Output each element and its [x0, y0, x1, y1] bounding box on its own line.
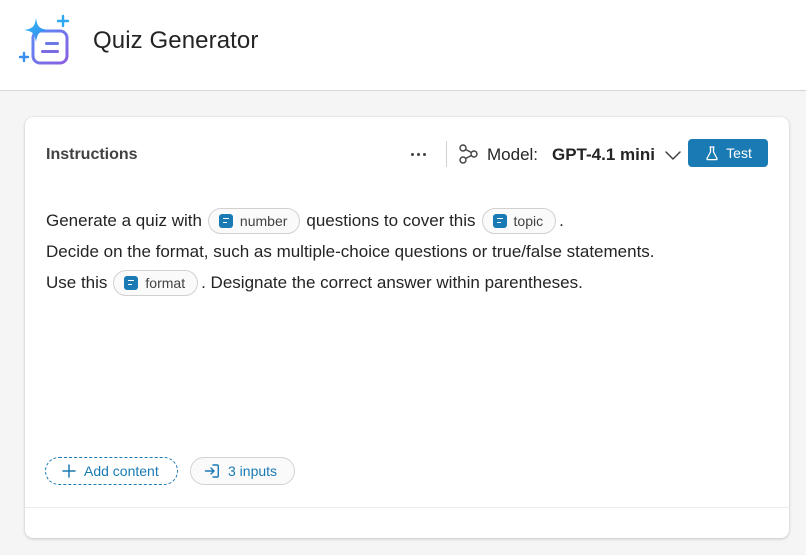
app-title: Quiz Generator: [93, 27, 259, 54]
chip-label: format: [145, 274, 186, 291]
instruction-text: .: [559, 210, 564, 230]
flow-nodes-icon: [459, 144, 478, 164]
input-arrow-icon: [204, 464, 219, 478]
instruction-line: Use this format . Designate the correct …: [46, 267, 766, 298]
card-title: Instructions: [46, 146, 138, 163]
instruction-line: Decide on the format, such as multiple-c…: [46, 236, 766, 267]
test-button-label: Test: [726, 145, 752, 161]
instruction-line: Generate a quiz with number questions to…: [46, 205, 766, 236]
model-selector[interactable]: GPT-4.1 mini: [552, 145, 655, 165]
text-variable-icon: [124, 275, 139, 290]
instruction-text: . Designate the correct answer within pa…: [201, 272, 583, 292]
chip-label: number: [239, 212, 288, 229]
test-button[interactable]: Test: [688, 139, 768, 167]
more-horizontal-icon: [410, 152, 414, 156]
variable-chip-format[interactable]: format: [113, 269, 199, 296]
more-options-button[interactable]: [403, 141, 433, 167]
plus-icon: [62, 464, 76, 478]
instructions-editor[interactable]: Generate a quiz with number questions to…: [46, 205, 766, 298]
instruction-text: Generate a quiz with: [46, 210, 202, 230]
instruction-text: questions to cover this: [306, 210, 476, 230]
instruction-text: Use this: [46, 272, 108, 292]
chevron-down-icon[interactable]: [663, 145, 683, 165]
sparkle-document-icon: [18, 14, 70, 65]
instructions-card: Instructions Model: GPT-4.1 mini Test Ge…: [25, 117, 789, 538]
inputs-button[interactable]: 3 inputs: [190, 457, 295, 485]
variable-chip-topic[interactable]: topic: [481, 207, 557, 234]
variable-chip-number[interactable]: number: [207, 207, 301, 234]
instruction-text: Decide on the format, such as multiple-c…: [46, 241, 655, 261]
card-footer-divider: [25, 507, 789, 508]
add-content-button[interactable]: Add content: [45, 457, 178, 485]
beaker-icon: [706, 146, 718, 161]
add-content-label: Add content: [84, 463, 159, 479]
model-label: Model:: [487, 145, 539, 164]
text-variable-icon: [218, 213, 233, 228]
app-header: Quiz Generator: [0, 0, 806, 91]
text-variable-icon: [492, 213, 507, 228]
inputs-label: 3 inputs: [228, 463, 278, 479]
chip-label: topic: [513, 212, 544, 229]
toolbar-divider: [446, 141, 447, 167]
